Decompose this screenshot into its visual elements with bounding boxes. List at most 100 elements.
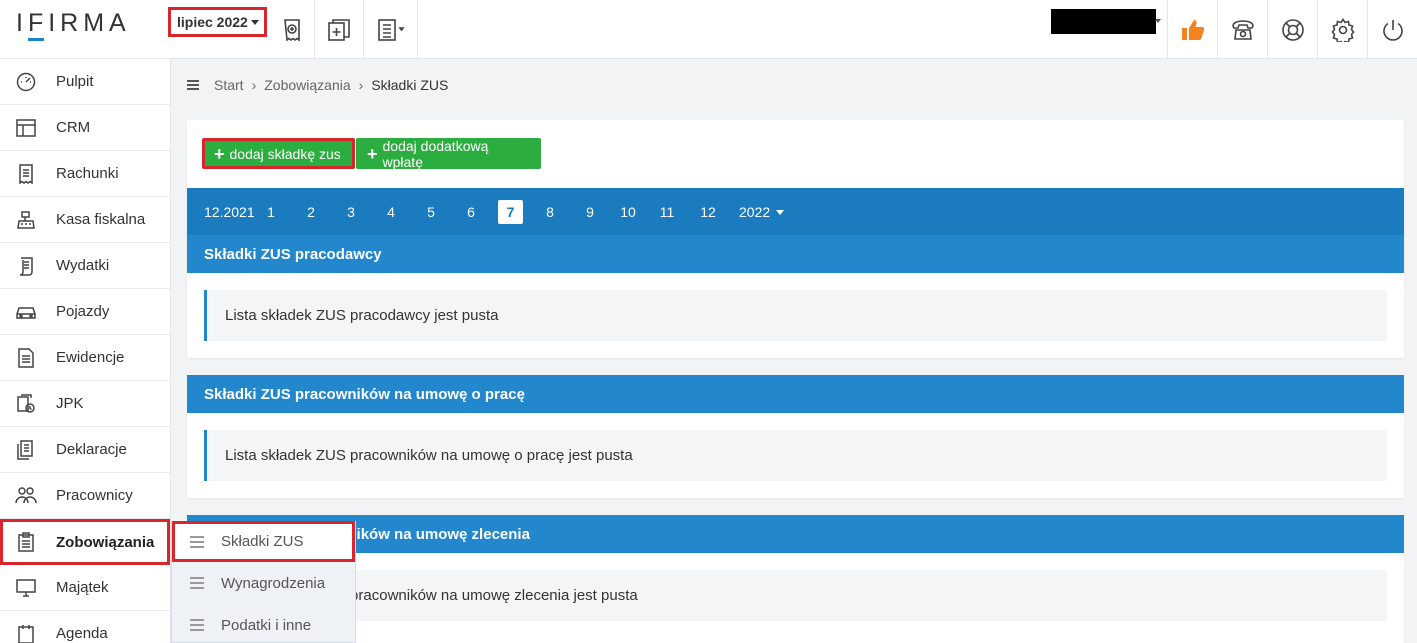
month-selector-label: lipiec 2022 xyxy=(177,14,248,30)
submenu-item-skladki-zus[interactable]: Składki ZUS xyxy=(172,521,355,562)
crm-icon xyxy=(15,117,37,139)
month-item[interactable]: 5 xyxy=(424,204,438,220)
add-payment-label: dodaj dodatkową wpłatę xyxy=(382,137,489,170)
sidebar-item-jpk[interactable]: JPK xyxy=(0,381,170,427)
sidebar-item-ewidencje[interactable]: Ewidencje xyxy=(0,335,170,381)
power-icon xyxy=(1382,19,1403,41)
ifirma-logo[interactable]: IFIRMA xyxy=(16,9,131,38)
sidebar-item-label: CRM xyxy=(56,119,91,136)
month-bar: 12.2021 1 2 3 4 5 6 7 8 9 10 11 12 2022 xyxy=(187,188,1404,235)
monitor-icon xyxy=(15,577,37,599)
month-item[interactable]: 12 xyxy=(699,204,717,220)
sidebar-item-label: Pracownicy xyxy=(56,487,133,504)
telephone-icon xyxy=(1231,19,1254,40)
ledger-menu-button[interactable] xyxy=(364,0,418,59)
ledger-icon xyxy=(377,18,405,41)
receipt-icon xyxy=(15,255,37,277)
sidebar-item-crm[interactable]: CRM xyxy=(0,105,170,151)
breadcrumb: Start › Zobowiązania › Składki ZUS xyxy=(187,77,448,93)
breadcrumb-zobowiazania[interactable]: Zobowiązania xyxy=(264,77,350,93)
month-item[interactable]: 12.2021 xyxy=(204,204,255,220)
section-body-mandate-contract: Lista składek ZUS pracowników na umowę z… xyxy=(187,553,1404,643)
sidebar-item-majatek[interactable]: Majątek xyxy=(0,565,170,611)
sidebar-item-wydatki[interactable]: Wydatki xyxy=(0,243,170,289)
plus-icon: + xyxy=(367,143,378,164)
sidebar: Pulpit CRM Rachunki Kasa fiskalna Wydatk… xyxy=(0,59,171,643)
jpk-icon xyxy=(15,393,37,415)
receipt-add-button[interactable] xyxy=(269,0,315,59)
month-item[interactable]: 4 xyxy=(384,204,398,220)
submenu-item-wynagrodzenia[interactable]: Wynagrodzenia xyxy=(172,562,355,604)
sidebar-item-label: Agenda xyxy=(56,625,108,642)
month-item[interactable]: 3 xyxy=(344,204,358,220)
month-item[interactable]: 11 xyxy=(659,204,675,220)
sidebar-item-label: Deklaracje xyxy=(56,441,127,458)
top-bar: IFIRMA lipiec 2022 xyxy=(0,0,1417,59)
records-icon xyxy=(15,347,37,369)
dashboard-icon xyxy=(15,71,37,93)
sidebar-item-pracownicy[interactable]: Pracownicy xyxy=(0,473,170,519)
sidebar-item-label: JPK xyxy=(56,395,84,412)
month-item[interactable]: 8 xyxy=(543,204,557,220)
menu-toggle-icon[interactable] xyxy=(187,78,199,92)
logo-accent xyxy=(28,38,44,41)
month-item[interactable]: 9 xyxy=(583,204,597,220)
add-zus-button[interactable]: + dodaj składkę zus xyxy=(202,138,355,169)
sidebar-item-pojazdy[interactable]: Pojazdy xyxy=(0,289,170,335)
sidebar-item-agenda[interactable]: Agenda xyxy=(0,611,170,643)
invoice-icon xyxy=(15,163,37,185)
breadcrumb-separator: › xyxy=(251,77,257,93)
list-icon xyxy=(190,533,204,551)
sidebar-item-label: Pulpit xyxy=(56,73,94,90)
cash-register-icon xyxy=(15,209,37,231)
sidebar-item-label: Ewidencje xyxy=(56,349,125,366)
agenda-icon xyxy=(15,623,37,643)
zobowiazania-submenu: Składki ZUS Wynagrodzenia Podatki i inne xyxy=(171,521,356,643)
car-icon xyxy=(15,301,37,323)
account-menu[interactable] xyxy=(1051,9,1156,34)
logout-button[interactable] xyxy=(1368,0,1417,59)
list-icon xyxy=(190,616,204,634)
empty-list-note: Lista składek ZUS pracowników na umowę z… xyxy=(204,570,1387,621)
empty-list-text: Lista składek ZUS pracowników na umowę o… xyxy=(225,447,633,464)
help-button[interactable] xyxy=(1268,0,1318,59)
section-header-mandate-contract: Składki ZUS pracowników na umowę zleceni… xyxy=(187,515,1404,553)
section-body-employer: Lista składek ZUS pracodawcy jest pusta xyxy=(187,273,1404,358)
empty-list-note: Lista składek ZUS pracowników na umowę o… xyxy=(204,430,1387,481)
feedback-button[interactable] xyxy=(1167,0,1218,59)
year-selector[interactable]: 2022 xyxy=(739,204,785,220)
thumbs-up-icon xyxy=(1181,19,1204,40)
phone-button[interactable] xyxy=(1218,0,1268,59)
sidebar-item-pulpit[interactable]: Pulpit xyxy=(0,59,170,105)
sidebar-item-label: Zobowiązania xyxy=(56,533,155,551)
breadcrumb-start[interactable]: Start xyxy=(214,77,244,93)
sidebar-item-zobowiazania[interactable]: Zobowiązania xyxy=(0,519,170,565)
empty-list-note: Lista składek ZUS pracodawcy jest pusta xyxy=(204,290,1387,341)
add-payment-button[interactable]: + dodaj dodatkową wpłatę xyxy=(356,137,541,170)
submenu-item-podatki[interactable]: Podatki i inne xyxy=(172,604,355,643)
sidebar-item-label: Wydatki xyxy=(56,257,110,274)
month-item[interactable]: 10 xyxy=(619,204,637,220)
month-item[interactable]: 1 xyxy=(264,204,278,220)
month-item[interactable]: 2 xyxy=(304,204,318,220)
submenu-item-label: Podatki i inne xyxy=(221,616,312,634)
sidebar-item-label: Majątek xyxy=(56,579,109,596)
sidebar-item-kasa-fiskalna[interactable]: Kasa fiskalna xyxy=(0,197,170,243)
plus-icon: + xyxy=(214,143,225,164)
month-selector[interactable]: lipiec 2022 xyxy=(168,7,267,37)
empty-list-text: Lista składek ZUS pracodawcy jest pusta xyxy=(225,307,499,324)
month-item[interactable]: 6 xyxy=(464,204,478,220)
gear-icon xyxy=(1330,17,1355,42)
employees-icon xyxy=(15,485,37,507)
submenu-item-label: Wynagrodzenia xyxy=(221,574,326,592)
settings-button[interactable] xyxy=(1318,0,1368,59)
sidebar-item-label: Pojazdy xyxy=(56,303,110,320)
month-item-active[interactable]: 7 xyxy=(498,199,523,224)
sidebar-item-rachunki[interactable]: Rachunki xyxy=(0,151,170,197)
section-header-employment-contract: Składki ZUS pracowników na umowę o pracę xyxy=(187,375,1404,413)
sidebar-item-label: Kasa fiskalna xyxy=(56,211,146,228)
new-document-button[interactable] xyxy=(315,0,364,59)
breadcrumb-separator: › xyxy=(358,77,364,93)
sidebar-item-deklaracje[interactable]: Deklaracje xyxy=(0,427,170,473)
chevron-down-icon xyxy=(251,20,259,25)
